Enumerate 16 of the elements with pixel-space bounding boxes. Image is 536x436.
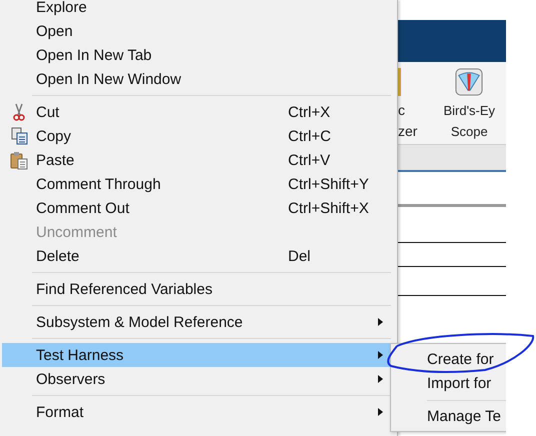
menu-item[interactable]: Paste Ctrl+V: [2, 148, 395, 172]
menu-item[interactable]: Open In New Tab: [2, 43, 395, 67]
menu-item[interactable]: Open In New Window: [2, 67, 395, 91]
menu-item[interactable]: Cut Ctrl+X: [2, 100, 395, 124]
menu-item[interactable]: Copy Ctrl+C: [2, 124, 395, 148]
menu-item[interactable]: Comment Out Ctrl+Shift+X: [2, 196, 395, 220]
toolbar-label[interactable]: Scope: [450, 121, 488, 142]
menu-item[interactable]: Explore: [2, 0, 395, 19]
menu-item[interactable]: Subsystem & Model Reference: [2, 310, 395, 334]
menu-item[interactable]: Find Referenced Variables: [2, 277, 395, 301]
toolbar-label[interactable]: Bird's-Ey: [443, 100, 496, 121]
menu-item[interactable]: Delete Del: [2, 244, 395, 268]
toolbar-label[interactable]: zer: [398, 121, 418, 142]
menu-item[interactable]: Open: [2, 19, 395, 43]
toolbar-label[interactable]: c: [398, 100, 405, 121]
menu-item[interactable]: Comment Through Ctrl+Shift+Y: [2, 172, 395, 196]
